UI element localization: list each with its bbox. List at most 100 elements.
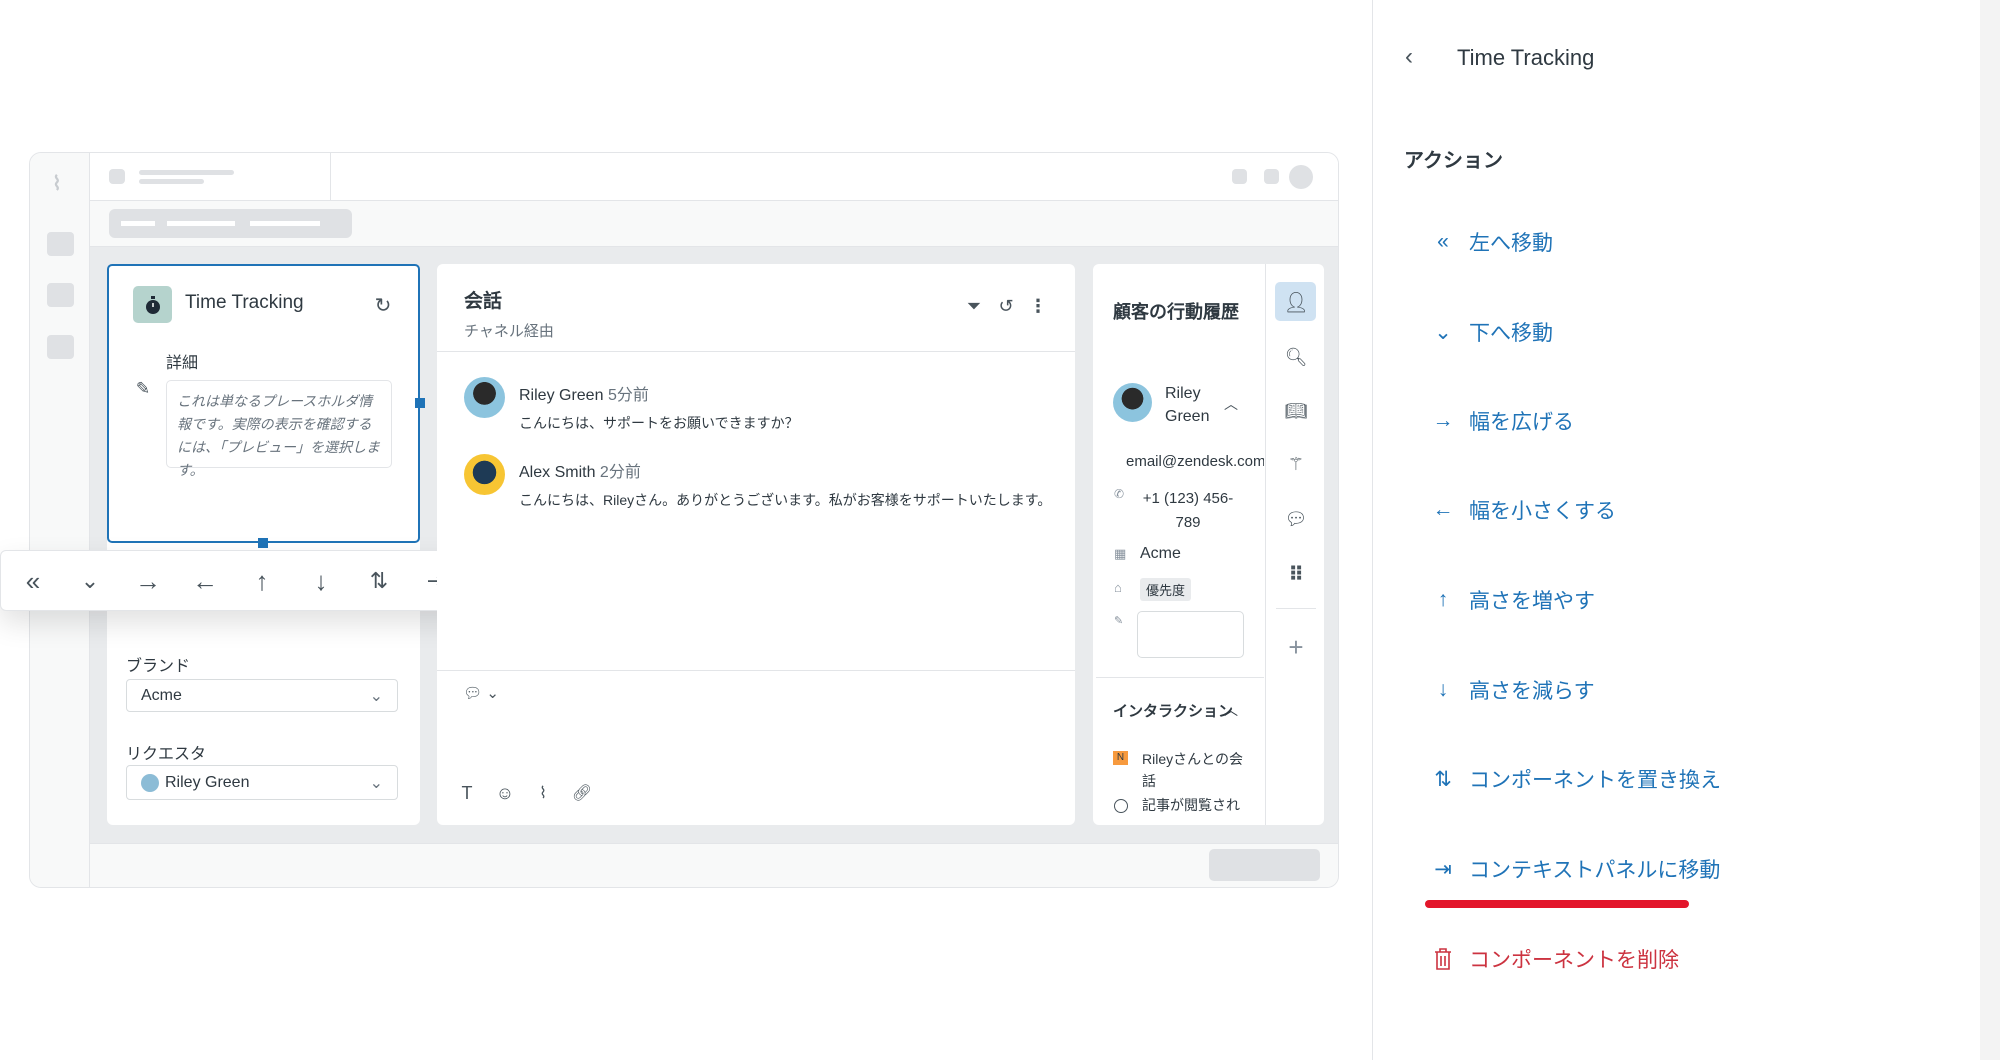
customer-phone: +1 (123) 456-789 [1142,490,1234,531]
rail-placeholder [47,335,74,359]
brand-select[interactable]: Acme ⌄ [126,679,398,712]
left-rail [30,153,90,887]
search-document-icon[interactable]: 🔍︎ [1284,345,1308,369]
link-icon[interactable]: 🔗︎ [571,782,593,804]
chevron-down-icon: ⌄ [369,687,383,705]
channel-switcher[interactable]: 💬︎ ⌄ [456,682,506,704]
tag-icon: ⌂ [1114,580,1122,595]
footer-button[interactable] [1209,849,1320,881]
apps-grid-icon[interactable]: ⠿ [1284,562,1308,586]
edit-icon[interactable]: ✎ [133,379,153,399]
double-chevron-down-icon[interactable]: ⌄ [76,567,104,595]
action-label: 幅を小さくする [1469,500,1616,523]
double-chevron-left-icon[interactable]: « [19,566,47,596]
chevron-up-icon[interactable]: ︿ [1224,394,1238,414]
arrow-up-icon[interactable]: ↑ [248,566,276,596]
customer-name: Riley Green [1165,385,1210,425]
conversation-subtitle: チャネル経由 [464,323,554,340]
conversation-title: 会話 [464,291,503,312]
trash-icon [1425,948,1461,970]
action-label: コンテキストパネルに移動 [1469,859,1721,882]
action-label: 下へ移動 [1469,322,1553,345]
action-move-to-context-panel[interactable]: ⇥ コンテキストパネルに移動 [1425,849,1720,889]
action-delete-component[interactable]: コンポーネントを削除 [1425,939,1679,979]
customer-org: Acme [1140,545,1181,562]
action-label: 高さを減らす [1469,680,1595,703]
action-label: コンポーネントを置き換え [1469,769,1721,792]
actions-heading: アクション [1404,150,1503,172]
action-move-down[interactable]: ⌄ 下へ移動 [1425,312,1553,352]
message-text: こんにちは、Rileyさん。ありがとうございます。私がお客様をサポートいたします… [519,492,1052,508]
action-expand-width[interactable]: → 幅を広げる [1425,401,1575,441]
arrow-right-icon: → [1432,409,1454,432]
double-chevron-left-icon: « [1437,230,1449,253]
interaction-item[interactable]: 記事が閲覧され [1142,795,1252,823]
arrow-down-icon[interactable]: ↓ [307,566,335,596]
magic-wand-icon[interactable]: ⚚ [1284,452,1308,476]
replace-icon[interactable]: ⇅ [365,567,393,595]
resize-handle-bottom[interactable] [258,538,268,548]
requester-label: リクエスタ [126,746,207,763]
new-badge: N [1113,751,1128,765]
tag-badge: 優先度 [1140,578,1192,601]
action-label: 高さを増やす [1469,590,1595,613]
resize-handle-right[interactable] [415,398,425,408]
arrow-left-icon: ← [1432,498,1454,521]
arrow-right-icon[interactable]: → [134,566,162,596]
avatar [1113,383,1152,422]
circle-icon [1114,799,1128,813]
history-icon[interactable]: ↺ [995,295,1017,317]
organization-icon: ▦ [1114,546,1127,561]
note-input[interactable] [1137,611,1244,658]
avatar-alex [464,454,505,495]
conversation-card [437,264,1075,825]
chevron-up-icon[interactable]: ︿ [1224,700,1238,720]
action-move-left[interactable]: « 左へ移動 [1425,222,1553,262]
text-format-icon[interactable]: T [456,782,478,804]
arrow-up-icon: ↑ [1437,588,1449,611]
chat-icon[interactable]: 💬︎ [1284,507,1308,531]
action-label: 左へ移動 [1469,232,1553,255]
emoji-icon[interactable]: ☺ [494,782,516,804]
interaction-item[interactable]: Rileyさんとの会話 [1142,748,1252,792]
footer [90,843,1338,887]
more-icon[interactable]: ⋮ [1029,295,1047,317]
rail-placeholder [47,283,74,307]
logo-icon: ⌇ [52,173,62,195]
refresh-icon[interactable]: ↻ [372,294,394,317]
action-increase-height[interactable]: ↑ 高さを増やす [1425,580,1595,620]
note-icon: ✎ [1114,615,1124,627]
annotation-underline [1425,900,1689,908]
user-icon[interactable]: 👤︎ [1283,290,1308,314]
avatar-placeholder [1289,165,1313,189]
arrow-left-icon[interactable]: ← [191,566,219,596]
requester-select[interactable]: Riley Green ⌄ [126,765,398,800]
book-icon[interactable]: 📖︎ [1284,399,1308,423]
filter-icon[interactable]: ⏷ [963,295,985,317]
customer-email: email@zendesk.com [1126,453,1264,470]
chevron-down-icon: ⌄ [369,774,383,792]
panel-title: Time Tracking [1457,45,1595,70]
action-label: 幅を広げる [1469,411,1574,434]
stopwatch-icon [133,286,172,323]
plus-icon[interactable]: + [1284,632,1308,662]
action-decrease-height[interactable]: ↓ 高さを減らす [1425,670,1595,710]
requester-value: Riley Green [165,773,250,791]
details-textarea[interactable]: これは単なるプレースホルダ情報です。実際の表示を確認するには、「プレビュー」を選… [166,380,392,478]
brand-value: Acme [141,686,182,704]
customer-title: 顧客の行動履歴 [1113,302,1239,322]
action-shrink-width[interactable]: ← 幅を小さくする [1425,490,1617,530]
interactions-title: インタラクション [1113,703,1234,720]
avatar-riley [464,377,505,418]
move-to-panel-icon: ⇥ [1434,857,1452,881]
top-bar [90,153,1338,201]
replace-icon: ⇅ [1434,767,1452,791]
avatar [141,773,159,792]
details-label: 詳細 [166,355,199,372]
card-title: Time Tracking [185,292,304,313]
attachment-icon[interactable]: ⌇ [532,782,554,804]
action-replace-component[interactable]: ⇅ コンポーネントを置き換え [1425,759,1721,799]
double-chevron-down-icon: ⌄ [1434,320,1452,344]
scrollbar[interactable] [1980,0,2000,1060]
back-chevron-icon[interactable]: ‹ [1405,43,1413,71]
